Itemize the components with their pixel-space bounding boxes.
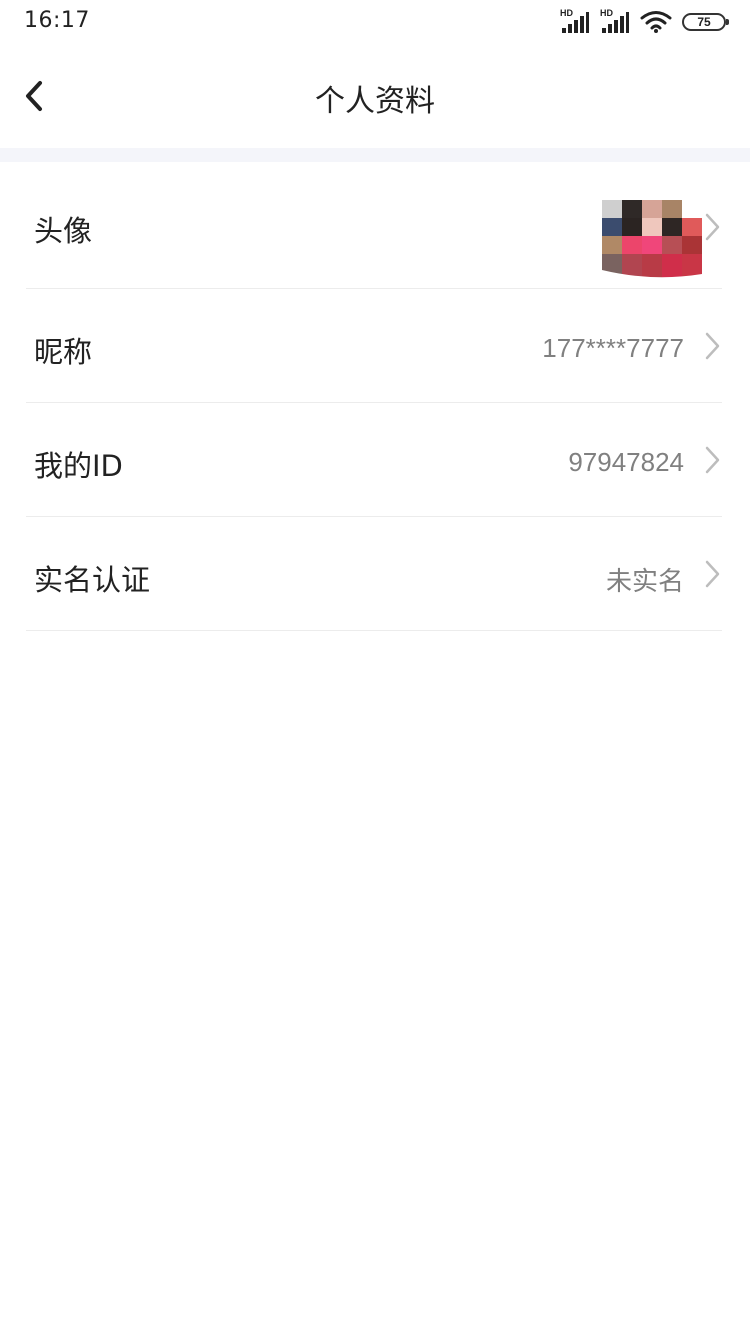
battery-icon: 75: [682, 13, 729, 31]
verification-label: 实名认证: [34, 563, 151, 597]
avatar-row[interactable]: 头像: [26, 162, 722, 289]
wifi-icon: [640, 11, 672, 33]
status-icons: HD HD 75: [560, 8, 729, 36]
signal-hd-label: HD: [560, 8, 573, 18]
chevron-right-icon: [705, 560, 720, 588]
signal-icon: HD: [560, 8, 590, 34]
profile-list: 头像 昵称 177****7777 我的ID 97947824 实名认证 未实名: [0, 162, 750, 631]
chevron-right-icon: [705, 446, 720, 474]
chevron-right-icon: [705, 332, 720, 360]
verification-value: 未实名: [605, 566, 684, 596]
signal-icon: HD: [600, 8, 630, 34]
page-title: 个人资料: [315, 84, 435, 119]
my-id-label: 我的ID: [34, 449, 123, 483]
navbar: 个人资料: [0, 44, 750, 148]
status-bar: 16:17 HD HD 75: [0, 0, 750, 44]
verification-row[interactable]: 实名认证 未实名: [26, 517, 722, 631]
avatar[interactable]: [602, 182, 702, 278]
battery-level: 75: [697, 15, 711, 29]
my-id-value: 97947824: [568, 447, 684, 477]
signal-hd-label: HD: [600, 8, 613, 18]
my-id-row[interactable]: 我的ID 97947824: [26, 403, 722, 517]
nickname-value: 177****7777: [542, 333, 684, 363]
nickname-label: 昵称: [34, 335, 93, 369]
nickname-row[interactable]: 昵称 177****7777: [26, 289, 722, 403]
avatar-row-label: 头像: [34, 214, 93, 248]
section-divider: [0, 148, 750, 162]
chevron-right-icon: [705, 213, 720, 241]
status-time: 16:17: [24, 8, 90, 33]
